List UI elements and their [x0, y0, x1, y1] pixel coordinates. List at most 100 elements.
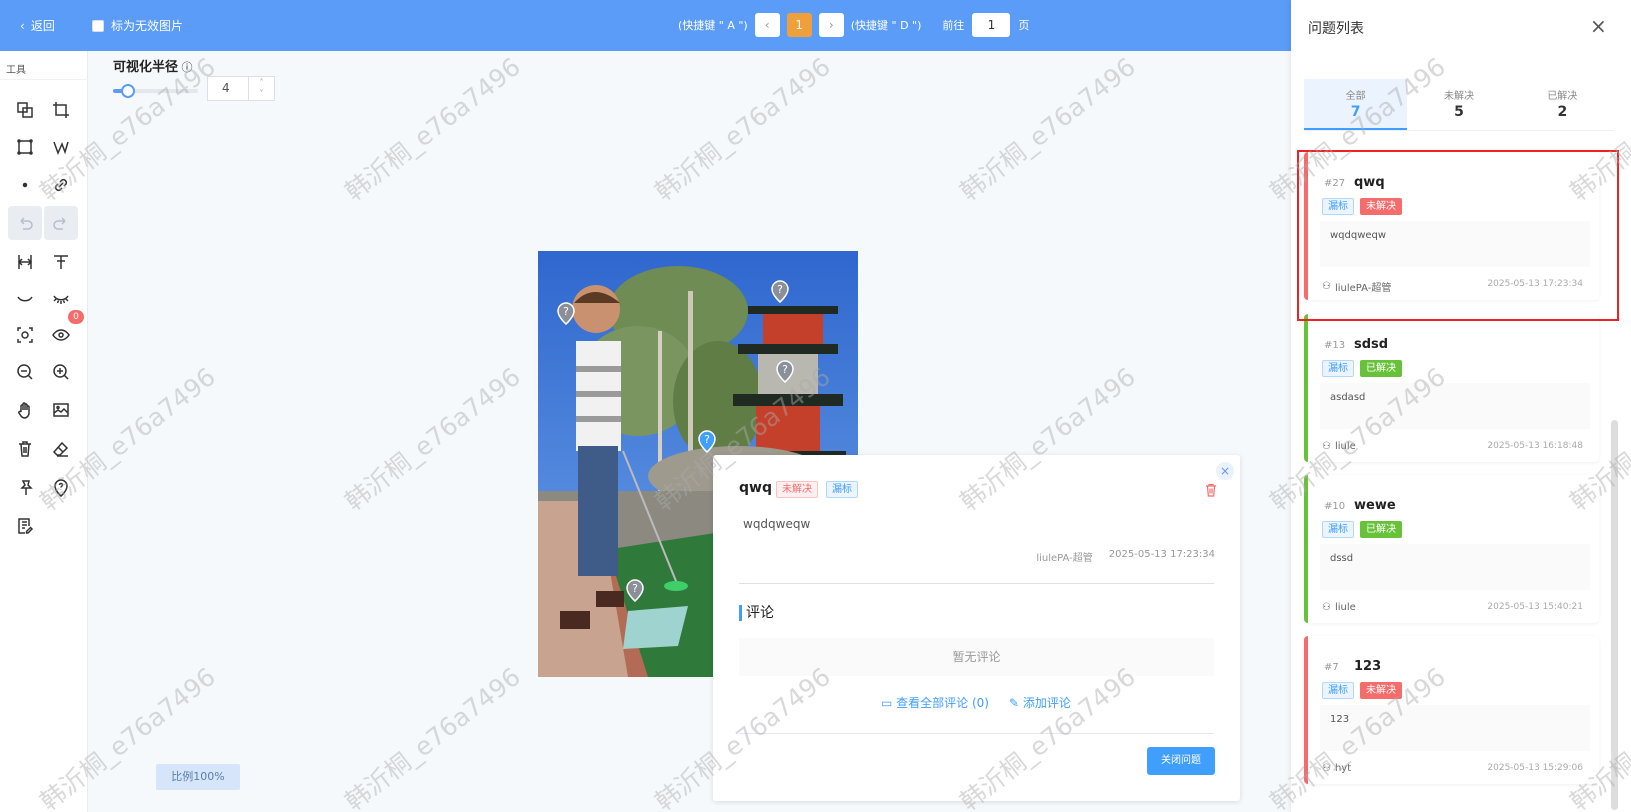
tab-resolved[interactable]: 已解决 2	[1511, 79, 1614, 130]
image-tool[interactable]	[44, 393, 78, 427]
goto-page: 前往 1 页	[942, 13, 1029, 37]
issue-time: 2025-05-13 15:40:21	[1487, 602, 1583, 612]
issue-id: #7	[1324, 662, 1339, 673]
view-all-comments-link[interactable]: ▭ 查看全部评论 (0)	[881, 694, 989, 711]
checkbox-box[interactable]	[92, 19, 104, 32]
point-tool[interactable]	[8, 168, 42, 202]
tab-all[interactable]: 全部 7	[1304, 79, 1408, 130]
redo-button[interactable]	[44, 206, 78, 240]
visibility-toggle[interactable]: 0	[44, 310, 84, 352]
close-icon[interactable]: ×	[1216, 462, 1234, 480]
issue-title: wewe	[1354, 498, 1396, 513]
prev-page-button[interactable]: ‹	[754, 13, 780, 37]
eyelash-icon	[53, 295, 69, 304]
curve-icon	[17, 296, 33, 302]
focus-tool[interactable]	[8, 318, 42, 352]
text-tool[interactable]	[44, 245, 78, 279]
issue-pin-icon[interactable]: ?	[770, 279, 790, 303]
eraser-tool[interactable]	[44, 432, 78, 466]
issue-title: sdsd	[1354, 337, 1389, 352]
panel-scrollbar[interactable]	[1611, 420, 1618, 810]
close-icon[interactable]: ×	[1590, 14, 1607, 38]
eye-icon	[52, 329, 70, 341]
comment-icon: ▭	[881, 696, 897, 710]
back-button[interactable]: ‹ 返回	[20, 17, 55, 34]
issue-list-panel: 问题列表 × 全部 7 未解决 5 已解决 2 #27 qwq 漏标 未解决 wqdqw…	[1291, 0, 1631, 812]
type-badge: 漏标	[1322, 682, 1354, 699]
add-comment-link[interactable]: ✎ 添加评论	[1009, 694, 1071, 711]
tool-title: 工具	[6, 65, 26, 76]
next-page-button[interactable]: ›	[818, 13, 844, 37]
shortcut-next-hint: (快捷键 " D ")	[850, 19, 922, 32]
chevron-down-icon[interactable]: ˅	[249, 88, 274, 99]
radius-input[interactable]: 4 ˄ ˅	[207, 76, 275, 101]
user-icon: ⚇	[1322, 602, 1331, 613]
tab-count: 7	[1350, 104, 1361, 120]
pager: (快捷键 " A ") ‹ 1 › (快捷键 " D ") 前往 1 页	[678, 13, 1029, 37]
rectangle-icon	[17, 139, 33, 155]
issue-tabs: 全部 7 未解决 5 已解决 2	[1304, 79, 1614, 131]
divider	[739, 583, 1214, 584]
divider	[0, 79, 88, 80]
issue-description: asdasd	[1320, 383, 1590, 429]
zoom-in-button[interactable]	[44, 355, 78, 389]
svg-text:?: ?	[704, 433, 710, 446]
height-tool[interactable]	[8, 245, 42, 279]
close-issue-button[interactable]: 关闭问题	[1147, 747, 1215, 775]
link-icon	[54, 178, 68, 192]
redo-icon	[53, 217, 66, 230]
radius-slider[interactable]	[113, 84, 198, 98]
mark-invalid-checkbox[interactable]: 标为无效图片	[92, 17, 183, 34]
issue-description: 123	[1320, 705, 1590, 751]
divider	[739, 733, 1214, 734]
radius-stepper[interactable]: ˄ ˅	[248, 77, 274, 100]
zoom-level-indicator: 比例100%	[156, 764, 240, 790]
popup-meta: liulePA-超管 2025-05-13 17:23:34	[1036, 549, 1215, 564]
zoom-out-button[interactable]	[8, 355, 42, 389]
crop-icon	[53, 102, 69, 118]
status-badge: 已解决	[1360, 360, 1402, 377]
type-badge: 漏标	[826, 481, 858, 498]
polygon-select-tool[interactable]	[8, 93, 42, 127]
slider-thumb[interactable]	[121, 84, 136, 98]
current-page-button[interactable]: 1	[786, 13, 812, 37]
issue-marker-tool[interactable]	[44, 471, 78, 505]
link-tool[interactable]	[44, 168, 78, 202]
undo-button[interactable]	[8, 206, 42, 240]
polyline-tool[interactable]	[44, 130, 78, 164]
popup-time: 2025-05-13 17:23:34	[1108, 549, 1215, 560]
question-pin-icon	[54, 479, 68, 497]
panel-title: 问题列表	[1308, 21, 1364, 37]
svg-text:?: ?	[632, 582, 638, 595]
delete-tool[interactable]	[8, 432, 42, 466]
issue-card[interactable]: #13 sdsd 漏标 已解决 asdasd ⚇ liule 2025-05-13 …	[1304, 314, 1599, 462]
popup-description: wqdqweqw	[743, 517, 811, 531]
issue-card[interactable]: #7 123 漏标 未解决 123 ⚇ hyt 2025-05-13 15:29:0…	[1304, 636, 1599, 784]
pan-tool[interactable]	[8, 393, 42, 427]
issue-card[interactable]: #10 wewe 漏标 已解决 dssd ⚇ liule 2025-05-13 15…	[1304, 475, 1599, 623]
tab-label: 全部	[1345, 91, 1366, 102]
curve-tool[interactable]	[8, 281, 42, 315]
delete-issue-icon[interactable]	[1204, 483, 1218, 497]
zoom-in-icon	[53, 364, 69, 380]
issue-title: 123	[1354, 659, 1382, 674]
issue-user: ⚇ liule	[1322, 602, 1356, 613]
watermark-text: 韩沂桐_e76a7496	[339, 361, 526, 517]
info-icon: ⓘ	[178, 61, 193, 74]
issue-pin-icon[interactable]: ?	[625, 578, 645, 602]
issue-pin-icon[interactable]: ?	[775, 359, 795, 383]
chevron-up-icon[interactable]: ˄	[249, 77, 274, 88]
crop-tool[interactable]	[44, 93, 78, 127]
popup-tags: 未解决 漏标	[776, 481, 858, 498]
rectangle-tool[interactable]	[8, 130, 42, 164]
radius-label: 可视化半径 ⓘ	[113, 60, 193, 75]
issue-pin-icon[interactable]: ?	[556, 301, 576, 325]
tab-unresolved[interactable]: 未解决 5	[1407, 79, 1510, 130]
pin-tool[interactable]	[8, 471, 42, 505]
issue-pin-icon-active[interactable]: ?	[697, 429, 717, 453]
back-label: 返回	[30, 19, 55, 33]
goto-page-input[interactable]: 1	[972, 13, 1011, 37]
polyline-icon	[53, 141, 69, 156]
notes-tool[interactable]	[8, 509, 42, 543]
svg-text:?: ?	[563, 305, 569, 318]
